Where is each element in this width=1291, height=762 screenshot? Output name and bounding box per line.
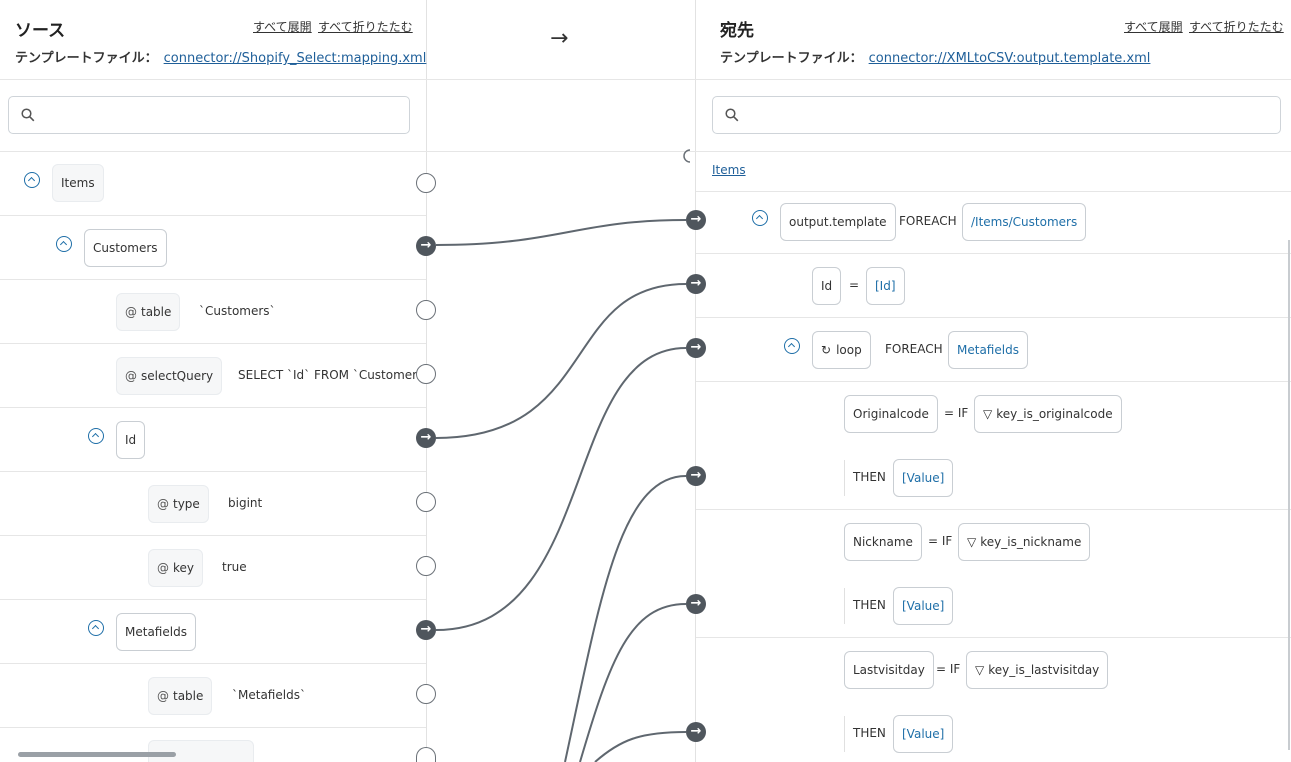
source-port-type[interactable] — [416, 492, 436, 512]
source-attr-selectquery-value: SELECT `Id` FROM `Customers` — [238, 368, 430, 382]
at-icon: @ — [157, 561, 169, 575]
dest-then-label: THEN — [853, 726, 886, 740]
row-separator — [696, 253, 1291, 254]
source-node-customers[interactable]: Customers — [84, 229, 167, 267]
dest-foreach-path-customers[interactable]: /Items/Customers — [962, 203, 1087, 241]
source-attr-table[interactable]: @ table — [116, 293, 181, 331]
row-separator — [696, 317, 1291, 318]
collapse-metafields-toggle[interactable] — [88, 620, 104, 636]
dest-foreach-label: FOREACH — [885, 342, 943, 356]
dest-condition-nickname[interactable]: ▽ key_is_nickname — [958, 523, 1091, 561]
row-separator — [696, 191, 1291, 192]
connection-customers-output-template — [435, 219, 687, 246]
at-icon: @ — [125, 305, 137, 319]
source-port-customers[interactable] — [416, 236, 436, 256]
source-attr-metafields-table-value: `Metafields` — [232, 688, 306, 702]
source-attr-key[interactable]: @ key — [148, 549, 204, 587]
source-port-key[interactable] — [416, 556, 436, 576]
source-attr-key-value: true — [222, 560, 247, 574]
source-port-partial[interactable] — [416, 747, 436, 762]
dest-node-nickname[interactable]: Nickname — [844, 523, 922, 561]
row-separator — [0, 343, 426, 344]
connection-metafields-loop — [435, 347, 687, 631]
connection-lastvisitday — [594, 731, 687, 762]
dest-eq-if-label: = IF — [944, 406, 969, 420]
loop-icon: ↻ — [821, 343, 832, 357]
dest-port-nickname[interactable] — [686, 594, 706, 614]
source-port-items[interactable] — [416, 173, 436, 193]
row-separator — [696, 509, 1291, 510]
dest-node-loop[interactable]: ↻ loop — [812, 331, 871, 369]
dest-then-label: THEN — [853, 598, 886, 612]
row-separator — [696, 637, 1291, 638]
dest-value-nickname[interactable]: [Value] — [893, 587, 954, 625]
then-indent-line — [844, 588, 845, 624]
source-port-selectquery[interactable] — [416, 364, 436, 384]
connection-originalcode — [564, 475, 687, 762]
dest-value-lastvisitday[interactable]: [Value] — [893, 715, 954, 753]
row-separator — [0, 215, 426, 216]
filter-icon: ▽ — [975, 663, 985, 677]
dest-port-id[interactable] — [686, 274, 706, 294]
source-attr-partial[interactable] — [148, 740, 254, 762]
dest-eq-if-label: = IF — [936, 662, 961, 676]
at-icon: @ — [157, 497, 169, 511]
horizontal-scrollbar[interactable] — [18, 752, 176, 757]
collapse-customers-toggle[interactable] — [56, 236, 72, 252]
source-port-table[interactable] — [416, 300, 436, 320]
dest-foreach-label: FOREACH — [899, 214, 957, 228]
dest-foreach-path-metafields[interactable]: Metafields — [948, 331, 1028, 369]
then-indent-line — [844, 460, 845, 496]
dest-node-originalcode[interactable]: Originalcode — [844, 395, 938, 433]
then-indent-line — [844, 716, 845, 752]
dest-breadcrumb-items[interactable]: Items — [712, 163, 746, 177]
filter-icon: ▽ — [967, 535, 977, 549]
source-node-id[interactable]: Id — [116, 421, 146, 459]
dest-condition-lastvisitday[interactable]: ▽ key_is_lastvisitday — [966, 651, 1109, 689]
row-separator — [696, 381, 1291, 382]
collapse-output-template-toggle[interactable] — [752, 210, 768, 226]
dest-port-output-template[interactable] — [686, 210, 706, 230]
row-separator — [0, 471, 426, 472]
source-node-metafields[interactable]: Metafields — [116, 613, 196, 651]
row-separator — [0, 279, 426, 280]
dest-id-value[interactable]: [Id] — [866, 267, 905, 305]
dest-then-label: THEN — [853, 470, 886, 484]
row-separator — [0, 727, 426, 728]
dest-equals-label: = — [849, 278, 860, 292]
filter-icon: ▽ — [983, 407, 993, 421]
source-node-items[interactable]: Items — [52, 164, 104, 202]
source-port-metafields-table[interactable] — [416, 684, 436, 704]
connection-id-id — [435, 283, 687, 439]
at-icon: @ — [125, 369, 137, 383]
dest-node-id[interactable]: Id — [812, 267, 842, 305]
source-port-id[interactable] — [416, 428, 436, 448]
collapse-items-toggle[interactable] — [24, 172, 40, 188]
collapse-loop-toggle[interactable] — [784, 338, 800, 354]
source-attr-metafields-table[interactable]: @ table — [148, 677, 213, 715]
row-separator — [0, 407, 426, 408]
dest-node-output-template[interactable]: output.template — [780, 203, 896, 241]
port-partial — [683, 149, 691, 163]
source-attr-selectquery[interactable]: @ selectQuery — [116, 357, 223, 395]
dest-condition-originalcode[interactable]: ▽ key_is_originalcode — [974, 395, 1122, 433]
source-attr-type-value: bigint — [228, 496, 263, 510]
dest-port-loop[interactable] — [686, 338, 706, 358]
at-icon: @ — [157, 689, 169, 703]
vertical-scrollbar[interactable] — [1288, 240, 1290, 750]
dest-port-originalcode[interactable] — [686, 466, 706, 486]
row-separator — [0, 599, 426, 600]
dest-node-lastvisitday[interactable]: Lastvisitday — [844, 651, 934, 689]
dest-value-originalcode[interactable]: [Value] — [893, 459, 954, 497]
source-attr-type[interactable]: @ type — [148, 485, 209, 523]
source-port-metafields[interactable] — [416, 620, 436, 640]
source-attr-table-value: `Customers` — [199, 304, 276, 318]
dest-port-lastvisitday[interactable] — [686, 722, 706, 742]
row-separator — [0, 535, 426, 536]
dest-eq-if-label: = IF — [928, 534, 953, 548]
collapse-id-toggle[interactable] — [88, 428, 104, 444]
row-separator — [0, 663, 426, 664]
